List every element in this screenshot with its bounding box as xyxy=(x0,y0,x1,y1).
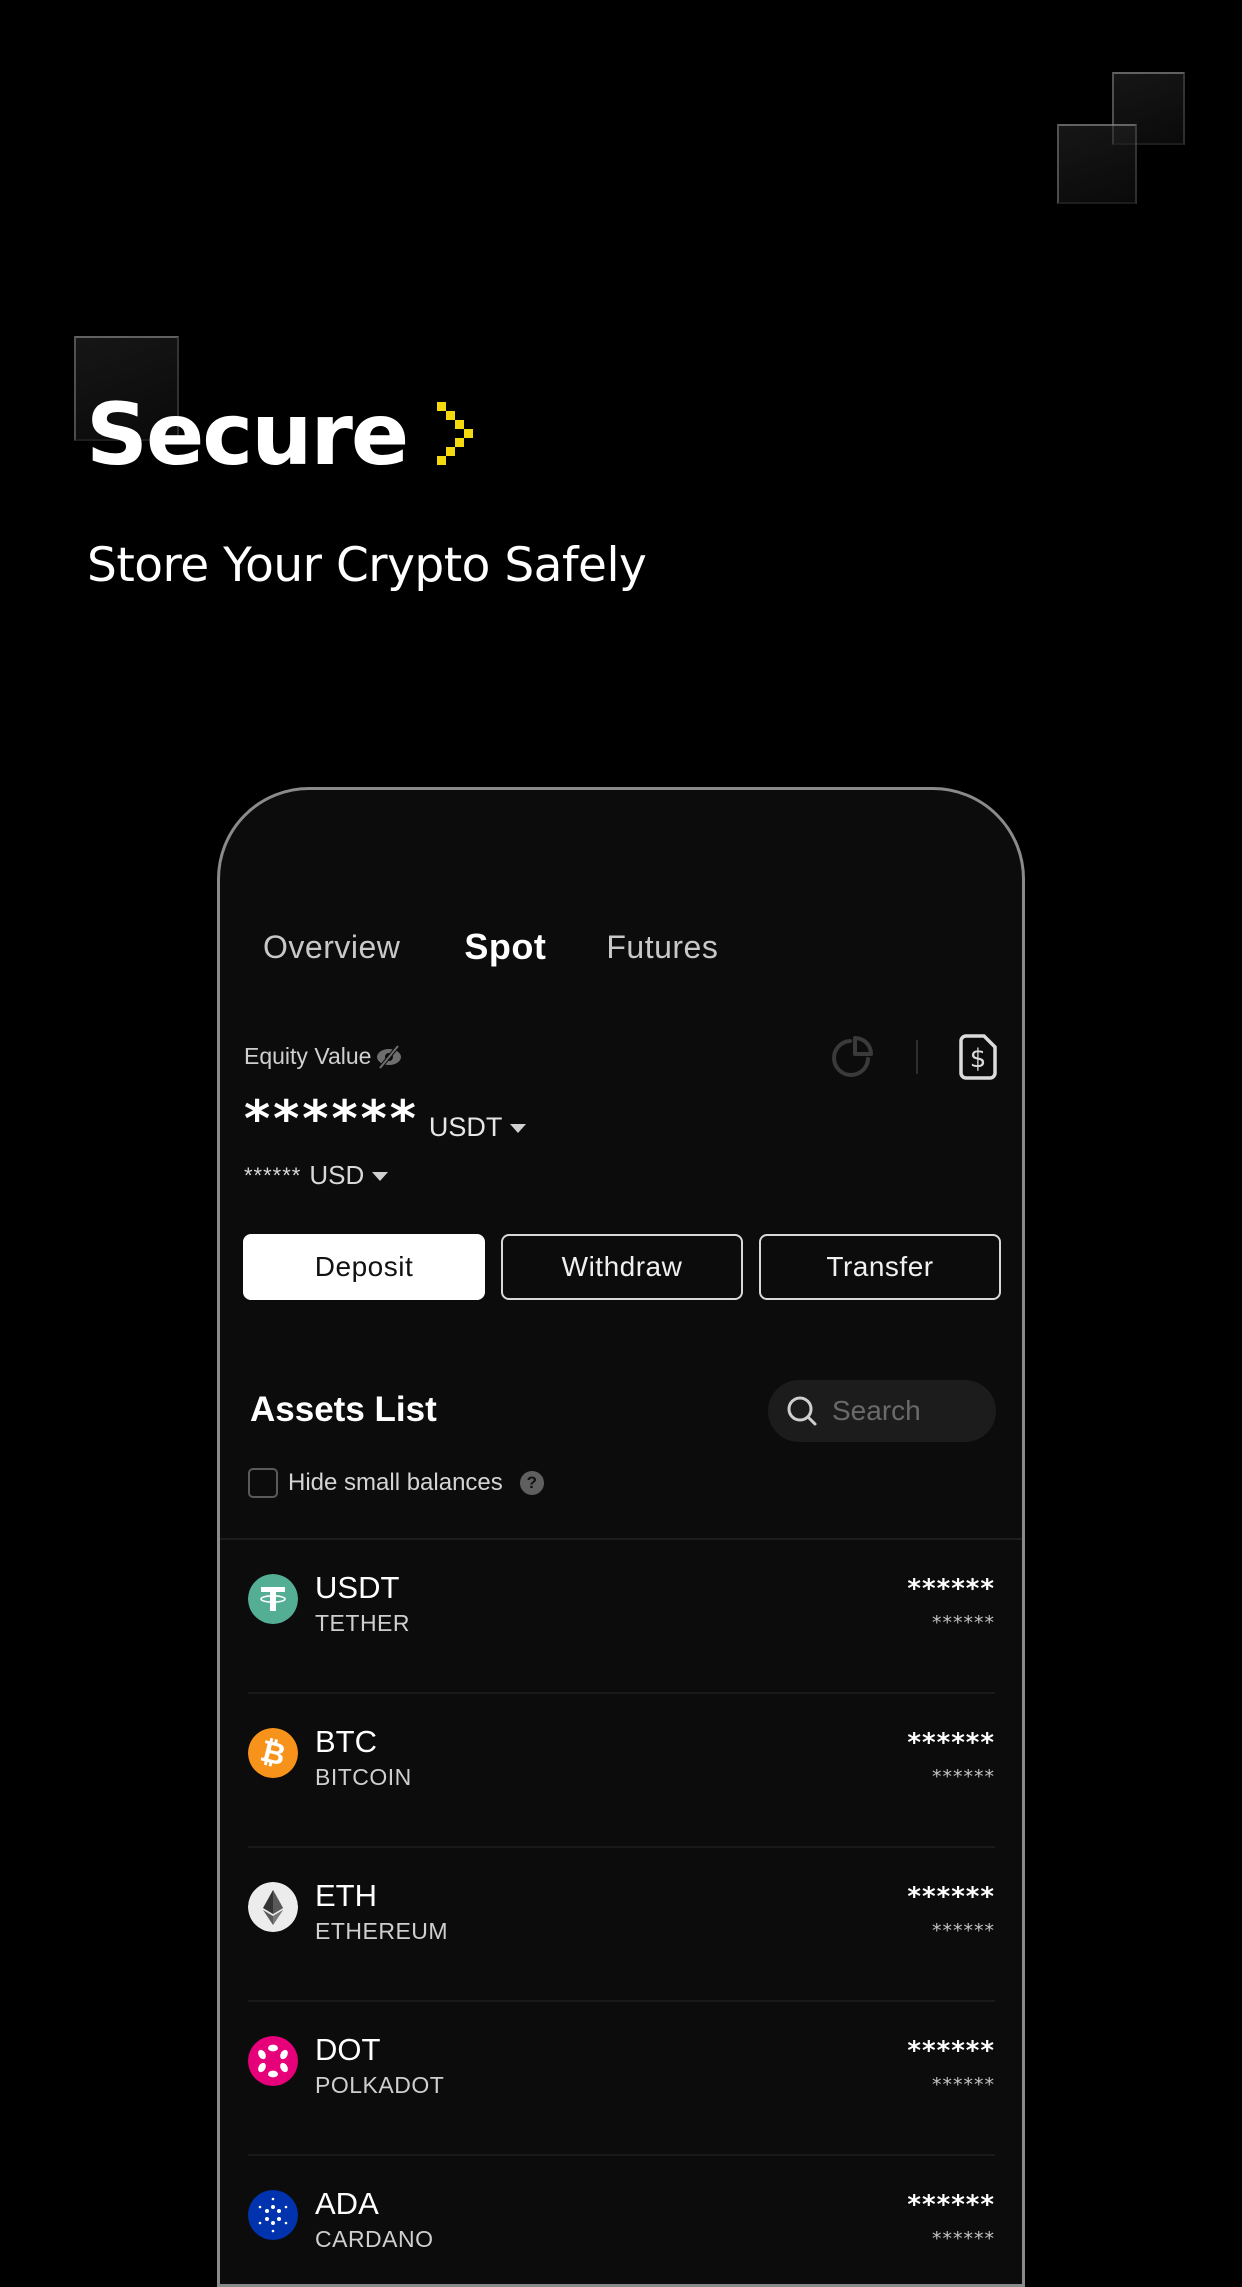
asset-list: USDT TETHER ****** ****** ₿ BTC BITCOIN … xyxy=(248,1540,995,2284)
decorative-square xyxy=(1057,124,1137,204)
asset-row-btc[interactable]: ₿ BTC BITCOIN ****** ****** xyxy=(248,1694,995,1848)
asset-symbol: BTC xyxy=(315,1724,377,1759)
search-icon xyxy=(787,1396,817,1426)
usd-label: USD xyxy=(309,1160,365,1190)
hide-small-balances-label[interactable]: Hide small balances xyxy=(288,1469,503,1497)
asset-symbol: ETH xyxy=(315,1878,377,1913)
dollar-card-icon[interactable]: $ xyxy=(958,1033,998,1081)
asset-value: ****** xyxy=(932,2228,995,2250)
asset-symbol: ADA xyxy=(315,2186,379,2221)
tether-icon xyxy=(248,1574,298,1624)
asset-name: BITCOIN xyxy=(315,1764,412,1790)
search-input[interactable] xyxy=(830,1394,984,1428)
caret-down-icon xyxy=(372,1172,389,1181)
asset-row-eth[interactable]: ETH ETHEREUM ****** ****** xyxy=(248,1848,995,2002)
tab-overview[interactable]: Overview xyxy=(263,929,400,966)
asset-symbol: USDT xyxy=(315,1570,400,1605)
withdraw-button[interactable]: Withdraw xyxy=(501,1234,743,1300)
help-icon[interactable]: ? xyxy=(519,1471,544,1495)
asset-amount: ****** xyxy=(907,1882,995,1912)
equity-masked-value: ****** xyxy=(244,1090,419,1148)
tab-spot[interactable]: Spot xyxy=(464,926,546,968)
ethereum-icon xyxy=(248,1882,298,1932)
phone-mockup: Overview Spot Futures Equity Value $ ***… xyxy=(217,787,1025,2287)
icon-divider xyxy=(916,1040,918,1074)
asset-row-ada[interactable]: ADA CARDANO ****** ****** xyxy=(248,2156,995,2284)
usd-currency-selector[interactable]: USD xyxy=(309,1160,389,1191)
currency-label: USDT xyxy=(428,1112,503,1142)
svg-text:$: $ xyxy=(970,1044,987,1074)
equity-label-row: Equity Value xyxy=(244,1043,404,1070)
transfer-button[interactable]: Transfer xyxy=(759,1234,1001,1300)
polkadot-icon xyxy=(248,2036,298,2086)
usd-masked-value: ****** xyxy=(244,1162,302,1188)
action-buttons: Deposit Withdraw Transfer xyxy=(243,1234,1001,1300)
wallet-tabs: Overview Spot Futures xyxy=(263,926,782,968)
deposit-button[interactable]: Deposit xyxy=(243,1234,485,1300)
asset-value: ****** xyxy=(932,1612,995,1634)
pixel-chevron-icon xyxy=(437,402,485,468)
equity-label: Equity Value xyxy=(244,1043,372,1069)
asset-name: POLKADOT xyxy=(315,2072,445,2098)
hero-subtitle: Store Your Crypto Safely xyxy=(87,538,647,593)
assets-list-title: Assets List xyxy=(250,1390,437,1429)
search-box[interactable] xyxy=(768,1380,996,1442)
cardano-icon xyxy=(248,2190,298,2240)
pie-chart-icon[interactable] xyxy=(828,1033,876,1081)
equity-tools: $ xyxy=(828,1033,998,1081)
equity-value: ****** USDT xyxy=(244,1090,527,1148)
tab-futures[interactable]: Futures xyxy=(606,929,718,966)
equity-usd-row: ****** USD xyxy=(244,1160,389,1191)
currency-selector[interactable]: USDT xyxy=(429,1112,527,1143)
bitcoin-icon: ₿ xyxy=(248,1728,298,1778)
asset-symbol: DOT xyxy=(315,2032,381,2067)
asset-value: ****** xyxy=(932,1766,995,1788)
hero-title: Secure xyxy=(86,385,409,485)
caret-down-icon xyxy=(510,1124,527,1133)
asset-amount: ****** xyxy=(907,2036,995,2066)
asset-value: ****** xyxy=(932,1920,995,1942)
asset-amount: ****** xyxy=(907,1574,995,1604)
asset-amount: ****** xyxy=(907,2190,995,2220)
asset-row-dot[interactable]: DOT POLKADOT ****** ****** xyxy=(248,2002,995,2156)
hide-small-balances-row: Hide small balances ? xyxy=(248,1468,544,1498)
hide-small-balances-checkbox[interactable] xyxy=(248,1468,278,1498)
asset-row-usdt[interactable]: USDT TETHER ****** ****** xyxy=(248,1540,995,1694)
asset-name: CARDANO xyxy=(315,2226,434,2252)
asset-name: TETHER xyxy=(315,1610,410,1636)
asset-name: ETHEREUM xyxy=(315,1918,449,1944)
asset-value: ****** xyxy=(932,2074,995,2096)
asset-amount: ****** xyxy=(907,1728,995,1758)
eye-off-icon[interactable] xyxy=(374,1044,404,1070)
hero-title-row: Secure xyxy=(86,385,485,485)
